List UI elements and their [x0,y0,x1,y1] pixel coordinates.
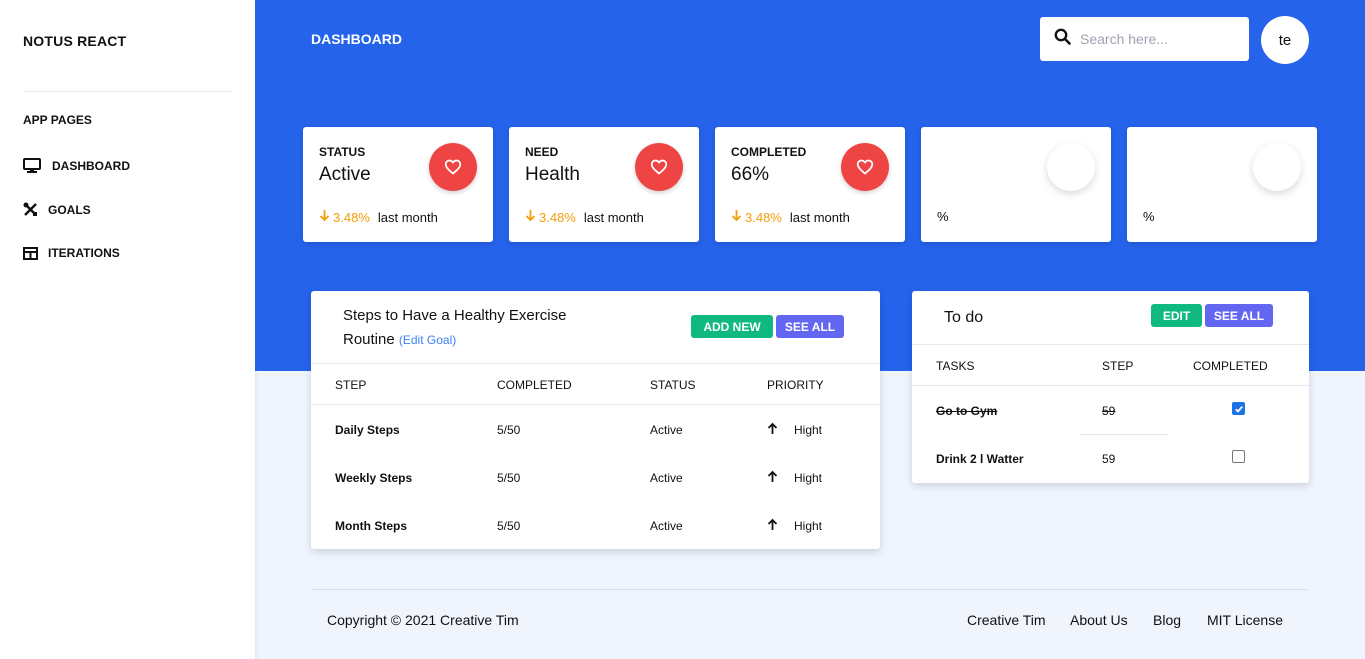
step-status: Active [650,423,683,437]
sidebar-heading: APP PAGES [23,113,92,127]
stat-icon-placeholder [1253,143,1301,191]
arrow-down-icon [525,209,536,225]
footer-link-mit-license[interactable]: MIT License [1207,612,1283,628]
stat-value: Active [319,164,371,185]
search-box[interactable] [1040,17,1249,61]
column-header: STEP [1102,359,1134,373]
footer-link-blog[interactable]: Blog [1153,612,1181,628]
heart-icon [429,143,477,191]
completed-checkbox[interactable] [1232,450,1245,463]
stat-card-empty: % [1127,127,1317,242]
step-completed: 5/50 [497,423,521,437]
step-status: Active [650,471,683,485]
stat-card-status: STATUS Active 3.48% last month [303,127,493,242]
stat-change: 3.48% [539,209,576,225]
stat-since: last month [377,209,438,225]
step-priority: Hight [794,471,823,485]
arrow-down-icon [731,209,742,225]
step-name: Month Steps [335,519,407,533]
monitor-icon [23,158,41,174]
arrow-down-icon [319,209,330,225]
copyright: Copyright © 2021 Creative Tim [327,612,519,628]
goal-title: Steps to Have a Healthy Exercise Routine… [343,304,603,352]
task-step: 59 [1102,452,1116,466]
step-completed: 5/50 [497,471,521,485]
edit-goal-link[interactable]: (Edit Goal) [399,333,456,347]
column-header: COMPLETED [1193,359,1268,373]
avatar[interactable]: te [1261,16,1309,64]
sidebar-item-iterations[interactable]: ITERATIONS [23,246,120,260]
sidebar-item-dashboard[interactable]: DASHBOARD [23,158,130,174]
divider [1079,434,1169,435]
stat-since: last month [583,209,644,225]
see-all-button[interactable]: SEE ALL [1205,304,1273,327]
completed-checkbox[interactable] [1232,402,1245,415]
heart-icon [841,143,889,191]
stat-card-need: NEED Health 3.48% last month [509,127,699,242]
table-icon [23,246,38,260]
divider [311,404,880,405]
task-name: Drink 2 l Watter [936,452,1024,466]
stat-label: COMPLETED [731,145,807,159]
stat-footer: 3.48% last month [731,209,850,225]
divider [912,344,1309,345]
brand-logo[interactable]: NOTUS REACT [23,33,126,49]
stat-footer: % [937,209,949,224]
stat-value: 66% [731,164,770,185]
see-all-button[interactable]: SEE ALL [776,315,844,338]
column-header: PRIORITY [767,378,824,392]
sidebar-item-goals[interactable]: GOALS [23,202,91,217]
step-priority: Hight [794,423,823,437]
sidebar-item-label: ITERATIONS [48,246,120,260]
sidebar-divider [23,91,231,92]
arrow-up-icon [767,470,778,486]
stat-change: 3.48% [745,209,782,225]
footer-link-creative-tim[interactable]: Creative Tim [967,612,1046,628]
stat-footer: 3.48% last month [525,209,644,225]
step-name: Daily Steps [335,423,400,437]
todo-panel: To do EDIT SEE ALL TASKS STEP COMPLETED … [912,291,1309,483]
goal-panel: Steps to Have a Healthy Exercise Routine… [311,291,880,549]
search-input[interactable] [1080,31,1240,47]
footer-link-about-us[interactable]: About Us [1070,612,1128,628]
arrow-up-icon [767,518,778,534]
stat-card-empty: % [921,127,1111,242]
step-status: Active [650,519,683,533]
divider [311,363,880,364]
todo-title: To do [944,309,984,326]
step-completed: 5/50 [497,519,521,533]
sidebar-item-label: GOALS [48,202,91,217]
stat-footer: % [1143,209,1155,224]
stat-value: Health [525,164,580,185]
stat-change: 3.48% [333,209,370,225]
stat-footer: 3.48% last month [319,209,438,225]
task-name: Go to Gym [936,404,998,418]
column-header: TASKS [936,359,975,373]
arrow-up-icon [767,422,778,438]
stat-label: STATUS [319,145,366,159]
sidebar-item-label: DASHBOARD [52,159,130,173]
column-header: COMPLETED [497,378,572,392]
stat-icon-placeholder [1047,143,1095,191]
step-priority: Hight [794,519,823,533]
stat-since: last month [789,209,850,225]
step-name: Weekly Steps [335,471,413,485]
heart-icon [635,143,683,191]
column-header: STEP [335,378,367,392]
divider [912,385,1309,386]
footer-divider [311,589,1308,590]
stat-card-completed: COMPLETED 66% 3.48% last month [715,127,905,242]
stat-label: NEED [525,145,559,159]
column-header: STATUS [650,378,696,392]
page-title[interactable]: DASHBOARD [311,31,402,47]
add-new-button[interactable]: ADD NEW [691,315,773,338]
edit-button[interactable]: EDIT [1151,304,1202,327]
task-step: 59 [1102,404,1116,418]
sidebar: NOTUS REACT APP PAGES DASHBOARD GOALS IT… [0,0,255,659]
search-icon [1054,28,1071,50]
tools-icon [23,202,38,217]
